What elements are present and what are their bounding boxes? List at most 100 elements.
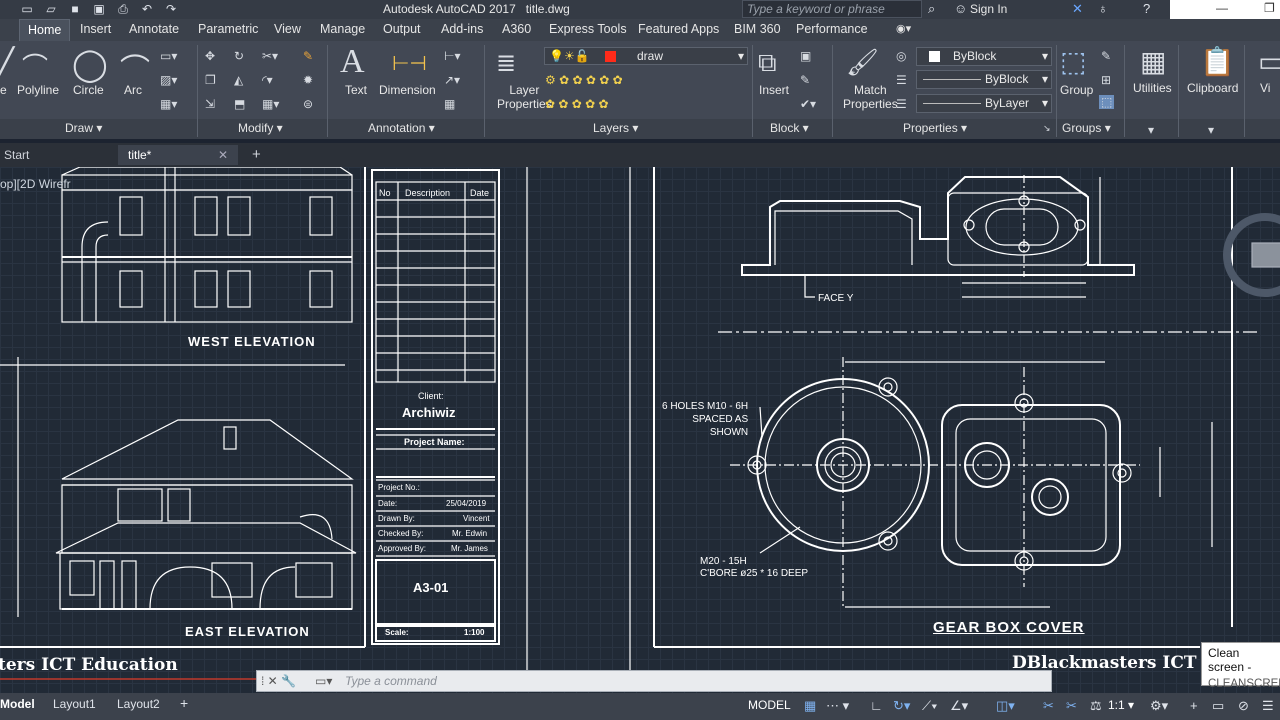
exchange-icon[interactable]: ✕ bbox=[1072, 1, 1083, 17]
insert-block-icon[interactable]: ⧉ bbox=[758, 47, 777, 79]
workspace-gear-icon[interactable]: ⚙▾ bbox=[1150, 698, 1168, 714]
tab-performance[interactable]: Performance bbox=[796, 22, 868, 36]
command-prompt-icon[interactable]: ▭▾ bbox=[315, 674, 332, 688]
tab-home[interactable]: Home bbox=[19, 19, 71, 41]
polyline-icon[interactable]: ⌒ bbox=[22, 47, 48, 84]
tab-bim-360[interactable]: BIM 360 bbox=[734, 22, 781, 36]
edit-block-icon[interactable]: ✎ bbox=[800, 73, 810, 87]
calculator-icon[interactable]: ▦ bbox=[1140, 45, 1166, 78]
explode-icon[interactable]: ✹ bbox=[303, 73, 313, 87]
tab-start[interactable]: Start bbox=[0, 145, 115, 165]
close-icon[interactable]: ✕ bbox=[218, 145, 228, 165]
group-select-icon[interactable]: ⬚ bbox=[1099, 95, 1115, 109]
annotation-scale-icon[interactable]: ⚖ bbox=[1090, 698, 1102, 714]
offset-icon[interactable]: ⊜ bbox=[303, 97, 313, 111]
ribbon-minimize-icon[interactable]: ◉▾ bbox=[896, 22, 911, 35]
panel-properties[interactable]: Properties ▾ bbox=[903, 121, 967, 135]
save-as-icon[interactable]: ▣ bbox=[90, 1, 108, 17]
isolate-objects-icon[interactable]: + bbox=[1190, 698, 1198, 713]
panel-groups[interactable]: Groups ▾ bbox=[1062, 121, 1111, 135]
object-snap-tracking-icon[interactable]: ∠▾ bbox=[950, 698, 968, 714]
erase-icon[interactable]: ✎ bbox=[303, 49, 313, 63]
tab-layout2[interactable]: Layout2 bbox=[117, 697, 160, 711]
restore-icon[interactable]: ❐ bbox=[1264, 1, 1275, 15]
dialog-launcher-icon[interactable]: ↘ bbox=[1043, 123, 1051, 134]
group-button[interactable]: Group bbox=[1060, 83, 1093, 97]
view-button[interactable]: Vi bbox=[1260, 81, 1270, 95]
lineweight-dropdown[interactable]: ByLayer ▾ bbox=[916, 94, 1052, 113]
panel-modify[interactable]: Modify ▾ bbox=[238, 121, 283, 135]
annotation-visibility-icon[interactable]: ✂ bbox=[1043, 698, 1054, 714]
isolate-icon[interactable]: ⊘ bbox=[1238, 698, 1249, 714]
help-icon[interactable]: ? bbox=[1143, 1, 1150, 16]
save-icon[interactable]: ■ bbox=[66, 1, 84, 17]
table-icon[interactable]: ▦ bbox=[444, 97, 455, 111]
linear-dim-icon[interactable]: ⊢▾ bbox=[444, 49, 460, 63]
layer-tools-row-1[interactable]: ⚙ ✿ ✿ ✿ ✿ ✿ bbox=[545, 73, 623, 87]
rotate-icon[interactable]: ↻ bbox=[234, 49, 244, 63]
polar-icon[interactable]: ↻▾ bbox=[893, 698, 910, 714]
add-layout-icon[interactable]: + bbox=[180, 695, 188, 711]
search-input[interactable]: Type a keyword or phrase bbox=[742, 0, 922, 18]
fillet-icon[interactable]: ◜▾ bbox=[262, 73, 273, 87]
create-block-icon[interactable]: ▣ bbox=[800, 49, 811, 63]
mirror-icon[interactable]: ◭ bbox=[234, 73, 243, 87]
tab-view[interactable]: View bbox=[274, 22, 301, 36]
layer-tools-row-2[interactable]: ✿ ✿ ✿ ✿ ✿ bbox=[545, 97, 609, 111]
group-edit-icon[interactable]: ⊞ bbox=[1101, 73, 1111, 87]
tab-featured-apps[interactable]: Featured Apps bbox=[638, 22, 719, 36]
snap-icon[interactable]: ⋯ ▾ bbox=[826, 698, 849, 714]
utilities-button[interactable]: Utilities bbox=[1133, 81, 1172, 95]
arc-button[interactable]: Arc bbox=[124, 83, 142, 97]
minimize-icon[interactable]: — bbox=[1216, 1, 1228, 15]
linetype-dropdown[interactable]: ByBlock ▾ bbox=[916, 70, 1052, 89]
circle-icon[interactable]: ◯ bbox=[72, 45, 108, 83]
copy-icon[interactable]: ❐ bbox=[205, 73, 216, 87]
match-properties-icon[interactable]: 🖌 bbox=[846, 47, 879, 78]
clipboard-button[interactable]: Clipboard bbox=[1187, 81, 1238, 95]
drag-handle-icon[interactable]: ⁞ ✕ 🔧 bbox=[261, 674, 296, 688]
chevron-down-icon[interactable]: ▾ bbox=[1148, 123, 1154, 137]
tab-insert[interactable]: Insert bbox=[80, 22, 111, 36]
command-input[interactable]: Type a command bbox=[345, 674, 437, 688]
tab-annotate[interactable]: Annotate bbox=[129, 22, 179, 36]
annotation-scale-value[interactable]: 1:1 ▾ bbox=[1108, 698, 1134, 712]
print-icon[interactable]: ⎙ bbox=[114, 1, 132, 17]
customize-icon[interactable]: ☰ bbox=[1262, 698, 1274, 714]
color-dropdown[interactable]: ByBlock ▾ bbox=[916, 47, 1052, 66]
chevron-down-icon[interactable]: ▾ bbox=[1208, 123, 1214, 137]
new-tab-icon[interactable]: + bbox=[248, 145, 261, 165]
autodesk-app-icon[interactable]: ♁ bbox=[1098, 1, 1108, 16]
panel-block[interactable]: Block ▾ bbox=[770, 121, 809, 135]
dimension-button[interactable]: Dimension bbox=[379, 83, 436, 97]
dimension-icon[interactable]: ⊢⊣ bbox=[392, 51, 427, 76]
undo-icon[interactable]: ↶ bbox=[138, 1, 156, 17]
line-label[interactable]: e bbox=[0, 83, 7, 97]
tab-a360[interactable]: A360 bbox=[502, 22, 531, 36]
view-cube[interactable] bbox=[1251, 242, 1280, 268]
attribute-icon[interactable]: ✔▾ bbox=[800, 97, 816, 111]
redo-icon[interactable]: ↷ bbox=[162, 1, 180, 17]
text-icon[interactable]: A bbox=[340, 43, 365, 81]
tab-layout1[interactable]: Layout1 bbox=[53, 697, 96, 711]
group-icon[interactable]: ⬚ bbox=[1060, 45, 1086, 78]
ortho-icon[interactable]: ∟ bbox=[870, 698, 883, 713]
tab-current-drawing[interactable]: title* ✕ bbox=[118, 145, 238, 165]
tab-manage[interactable]: Manage bbox=[320, 22, 365, 36]
binoculars-icon[interactable]: ⌕ bbox=[928, 1, 935, 17]
rectangle-icon[interactable]: ▭▾ bbox=[160, 49, 177, 63]
array-icon[interactable]: ▦▾ bbox=[262, 97, 279, 111]
circle-button[interactable]: Circle bbox=[73, 83, 104, 97]
view-icon[interactable]: ▭ bbox=[1258, 45, 1280, 78]
new-file-icon[interactable]: ▭ bbox=[18, 1, 36, 17]
object-snap-icon[interactable]: ◫▾ bbox=[996, 698, 1015, 714]
open-file-icon[interactable]: ▱ bbox=[42, 1, 60, 17]
tab-add-ins[interactable]: Add-ins bbox=[441, 22, 483, 36]
sign-in-button[interactable]: Sign In bbox=[970, 2, 1007, 16]
model-space-button[interactable]: MODEL bbox=[748, 698, 791, 712]
polyline-button[interactable]: Polyline bbox=[17, 83, 59, 97]
text-button[interactable]: Text bbox=[345, 83, 367, 97]
drawing-canvas[interactable]: op][2D Wirefr WEST ELEVATION EAST ELEVAT… bbox=[0, 167, 1280, 693]
clipboard-icon[interactable]: 📋 bbox=[1200, 45, 1235, 78]
tab-parametric[interactable]: Parametric bbox=[198, 22, 258, 36]
